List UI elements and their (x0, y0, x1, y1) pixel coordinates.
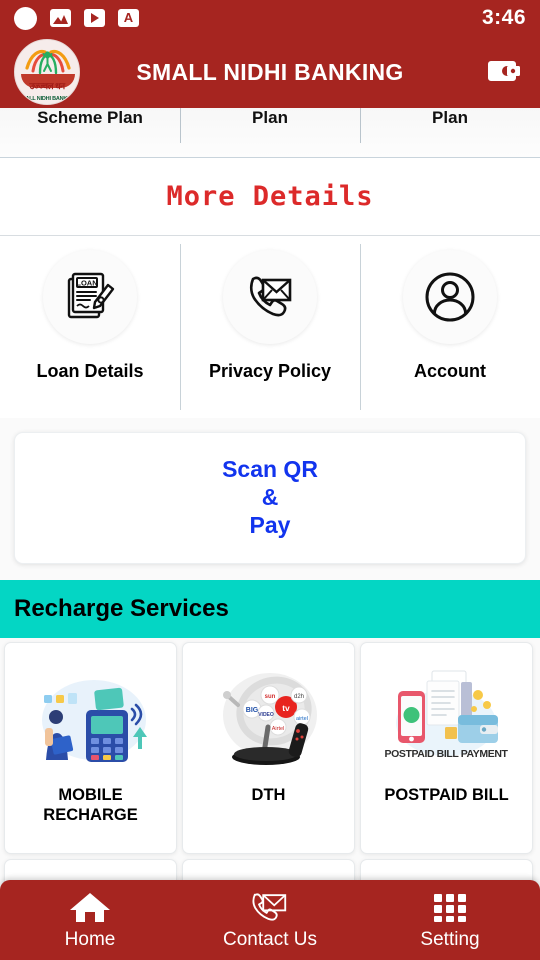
svg-text:sun: sun (265, 694, 276, 700)
scan-qr-line-3: Pay (249, 512, 291, 538)
feature-tile-account[interactable]: Account (360, 236, 540, 418)
postpaid-bill-illustration: POSTPAID BILL PAYMENT (384, 665, 509, 775)
logo-hindi-text: उज्ज्वल धन (29, 81, 65, 91)
svg-text:BIG: BIG (246, 707, 259, 714)
svg-text:LOAN: LOAN (76, 279, 97, 288)
nav-item-label: Contact Us (223, 928, 317, 950)
user-account-icon (425, 272, 475, 322)
icon-circle (403, 250, 497, 344)
recharge-card-label: DTH (251, 786, 286, 804)
grid-apps-icon (434, 893, 466, 922)
nav-item-label: Setting (420, 928, 480, 950)
recharge-card-dth[interactable]: BIG sun VIDEO tv d2h airtel Airtel DTH (182, 642, 355, 854)
nav-item-contact-us[interactable]: Contact Us (180, 890, 360, 951)
app-screen: A 3:46 उज्ज्वल धन SMALL NIDHI BANKING SM… (0, 0, 540, 960)
wallet-button[interactable] (486, 54, 526, 90)
recharge-card-mobile-recharge[interactable]: MOBILE RECHARGE (4, 642, 177, 854)
logo-english-text: SMALL NIDHI BANKING (17, 96, 77, 102)
scan-qr-line-1: Scan QR (222, 456, 318, 482)
feature-tile-privacy-policy[interactable]: Privacy Policy (180, 236, 360, 418)
satellite-dish-illustration: BIG sun VIDEO tv d2h airtel Airtel (206, 665, 331, 775)
recharge-card-label: POSTPAID BILL (384, 786, 509, 804)
svg-text:d2h: d2h (294, 694, 304, 700)
recharge-services-heading: Recharge Services (0, 580, 540, 638)
feature-tile-label: Loan Details (36, 361, 144, 381)
page-title: SMALL NIDHI BANKING (136, 58, 404, 85)
icon-circle (223, 250, 317, 344)
loan-document-icon: LOAN (67, 272, 115, 319)
more-details-heading: More Details (0, 158, 540, 236)
youtube-icon (84, 9, 105, 27)
tab-label: Plan (252, 108, 288, 127)
feature-tile-label: Account (414, 361, 486, 381)
app-a-icon: A (118, 9, 139, 27)
icon-circle: LOAN (43, 250, 137, 344)
feature-tile-label: Privacy Policy (208, 361, 332, 381)
gallery-icon (50, 9, 71, 27)
tab-label: Plan (432, 108, 468, 127)
svg-text:airtel: airtel (296, 716, 308, 722)
home-icon (70, 892, 110, 922)
nav-item-label: Home (64, 928, 116, 950)
app-header: उज्ज्वल धन SMALL NIDHI BANKING SMALL NID… (0, 36, 540, 108)
nav-item-home[interactable]: Home (0, 890, 180, 951)
svg-text:VIDEO: VIDEO (258, 712, 274, 718)
bottom-navigation-bar: Home Contact Us Setting (0, 880, 540, 960)
recharge-card-label: MOBILE RECHARGE (43, 786, 138, 824)
scan-qr-line-2: & (261, 484, 279, 510)
postpaid-art-caption: POSTPAID BILL PAYMENT (384, 748, 508, 760)
scan-qr-card[interactable]: Scan QR & Pay (14, 432, 526, 564)
svg-text:tv: tv (282, 703, 290, 713)
status-bar-clock: 3:46 (481, 6, 526, 29)
svg-text:Airtel: Airtel (272, 726, 285, 732)
tab-plan-3[interactable]: Plan (360, 108, 540, 157)
recharge-card-postpaid-bill[interactable]: POSTPAID BILL PAYMENT POSTPAID BILL (360, 642, 533, 854)
tab-plan-2[interactable]: Plan (180, 108, 360, 157)
app-logo: उज्ज्वल धन SMALL NIDHI BANKING (14, 39, 80, 105)
circle-icon (14, 6, 37, 30)
feature-tiles-row: LOAN Loan Details Privacy Policy Account (0, 236, 540, 418)
status-bar: A 3:46 (0, 0, 540, 36)
logo-figure-icon (42, 51, 53, 72)
plan-tabs: Scheme Plan Plan Plan (0, 108, 540, 158)
main-scroll-area[interactable]: Scheme Plan Plan Plan More Details LOAN (0, 108, 540, 960)
pos-terminal-illustration (28, 665, 153, 775)
phone-envelope-icon (249, 276, 292, 317)
phone-envelope-icon (252, 892, 287, 921)
wallet-icon (488, 61, 520, 81)
tab-label: Scheme Plan (37, 108, 143, 127)
tab-scheme-plan[interactable]: Scheme Plan (0, 108, 180, 157)
feature-tile-loan-details[interactable]: LOAN Loan Details (0, 236, 180, 418)
scan-qr-section: Scan QR & Pay (0, 418, 540, 580)
nav-item-setting[interactable]: Setting (360, 890, 540, 951)
status-bar-notification-icons: A (14, 6, 482, 30)
